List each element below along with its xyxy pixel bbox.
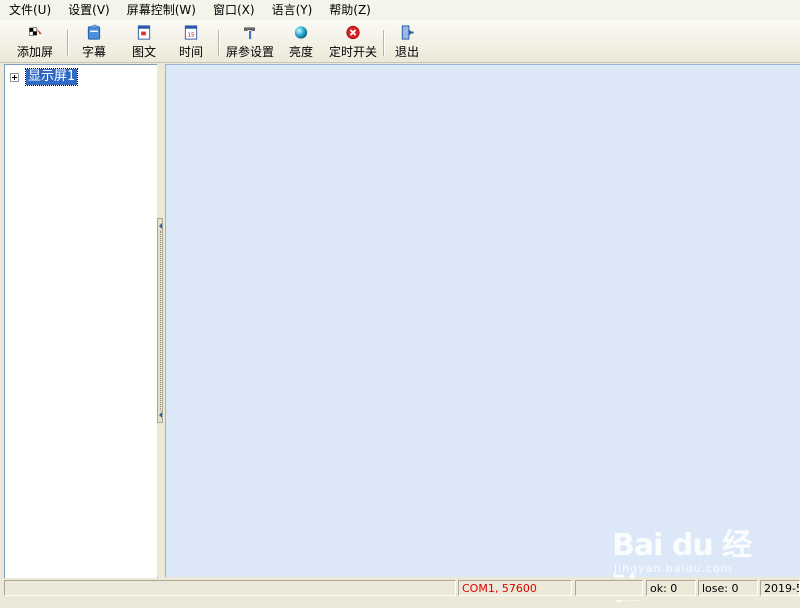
- graphic-text-label: 图文: [131, 45, 156, 59]
- screen-settings-label: 屏参设置: [225, 45, 274, 59]
- menu-help[interactable]: 帮助(Z): [320, 0, 379, 20]
- add-screen-icon: [29, 27, 42, 36]
- graphic-text-button[interactable]: 图文: [130, 22, 158, 60]
- tree-node-screen-1[interactable]: 显示屏1: [10, 68, 79, 86]
- status-date: 2019-5-: [760, 580, 800, 596]
- toolbar-separator: [383, 30, 385, 56]
- time-button[interactable]: 15 时间: [177, 22, 205, 60]
- hammer-icon: [244, 27, 255, 40]
- menu-file[interactable]: 文件(U): [0, 0, 59, 20]
- workspace-area[interactable]: [165, 64, 800, 577]
- grip-dots: [160, 231, 162, 411]
- timer-switch-label: 定时开关: [329, 45, 378, 59]
- menu-bar: 文件(U) 设置(V) 屏幕控制(W) 窗口(X) 语言(Y) 帮助(Z): [0, 0, 800, 20]
- toolbar-separator: [218, 30, 220, 56]
- subtitle-label: 字幕: [81, 45, 106, 59]
- panel-splitter[interactable]: [157, 64, 164, 577]
- screen-tree-panel: 显示屏1: [4, 64, 158, 579]
- splitter-handle[interactable]: [157, 218, 163, 423]
- add-screen-button[interactable]: 添加屏: [16, 22, 54, 60]
- timer-switch-button[interactable]: 定时开关: [329, 22, 377, 60]
- menu-window[interactable]: 窗口(X): [204, 0, 263, 20]
- status-message: [4, 580, 456, 596]
- time-label: 时间: [178, 45, 203, 59]
- power-off-icon: [346, 25, 360, 40]
- status-ok-count: ok: 0: [646, 580, 696, 596]
- screen-settings-button[interactable]: 屏参设置: [224, 22, 276, 60]
- watermark-url: jingyan.baidu.com: [614, 562, 733, 575]
- collapse-arrow-icon[interactable]: [159, 412, 162, 418]
- add-screen-label: 添加屏: [16, 45, 53, 59]
- exit-label: 退出: [394, 45, 419, 59]
- menu-settings[interactable]: 设置(V): [59, 0, 118, 20]
- brightness-icon: [294, 26, 308, 39]
- toolbar-separator: [67, 30, 69, 56]
- image-text-icon: [137, 25, 151, 40]
- calendar-icon: 15: [184, 25, 198, 40]
- subtitle-icon: [87, 24, 101, 40]
- status-port: COM1, 57600: [458, 580, 572, 596]
- exit-button[interactable]: 退出: [393, 22, 421, 60]
- brightness-label: 亮度: [288, 45, 313, 59]
- collapse-arrow-icon[interactable]: [159, 223, 162, 229]
- exit-door-icon: [401, 25, 414, 40]
- status-empty: [575, 580, 643, 596]
- calendar-day: 15: [187, 32, 195, 38]
- toolbar: 添加屏 字幕 图文 15 时间 屏参设置 亮度 定时开关 退出: [0, 20, 800, 63]
- tree-node-label[interactable]: 显示屏1: [24, 68, 79, 86]
- watermark: Bai du 经验 jingyan.baidu.com: [612, 512, 762, 607]
- brightness-button[interactable]: 亮度: [287, 22, 315, 60]
- status-lose-count: lose: 0: [698, 580, 758, 596]
- subtitle-button[interactable]: 字幕: [80, 22, 108, 60]
- status-bar: COM1, 57600 ok: 0 lose: 0 2019-5-: [0, 578, 800, 600]
- menu-language[interactable]: 语言(Y): [263, 0, 321, 20]
- expand-plus-icon[interactable]: [10, 72, 19, 82]
- menu-screen-control[interactable]: 屏幕控制(W): [118, 0, 204, 20]
